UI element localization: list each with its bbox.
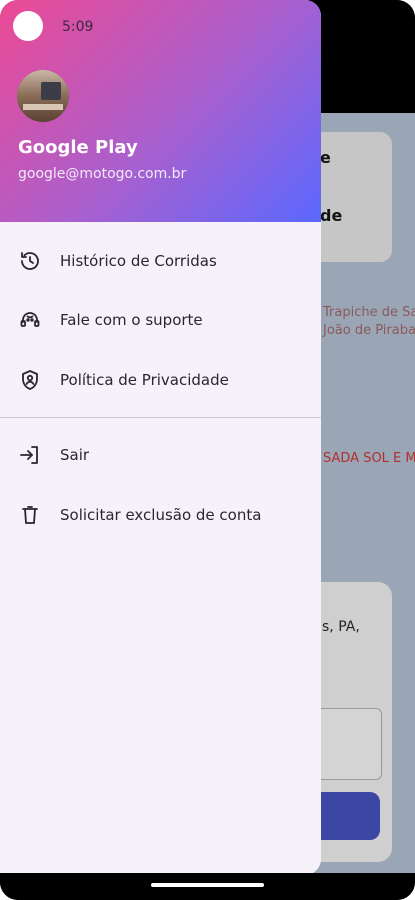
- map-place-label: João de Piraba: [323, 323, 415, 338]
- menu-divider: [0, 417, 321, 418]
- navigation-drawer: 5:09 Google Play google@motogo.com.br Hi…: [0, 0, 321, 875]
- avatar-photo-detail: [41, 82, 61, 100]
- address-text: s, PA,: [322, 619, 360, 635]
- menu-item-privacy-policy[interactable]: Política de Privacidade: [0, 356, 321, 404]
- support-agent-icon: [18, 308, 42, 332]
- map-place-label: SADA SOL E M: [323, 451, 415, 466]
- menu-item-label: Política de Privacidade: [60, 371, 229, 389]
- avatar-photo: [17, 70, 69, 122]
- user-email: google@motogo.com.br: [18, 166, 187, 182]
- history-icon: [18, 249, 42, 273]
- menu-item-label: Solicitar exclusão de conta: [60, 506, 262, 524]
- trip-card-text: de: [320, 206, 343, 225]
- shield-icon: [18, 368, 42, 392]
- trash-icon: [18, 503, 42, 527]
- avatar-photo-detail: [23, 104, 63, 110]
- menu-item-support[interactable]: Fale com o suporte: [0, 296, 321, 344]
- home-indicator[interactable]: [151, 883, 264, 887]
- status-dot: [13, 11, 43, 41]
- phone-frame: Trapiche de Sa João de Piraba SADA SOL E…: [0, 0, 415, 900]
- user-name: Google Play: [18, 137, 138, 158]
- menu-item-history[interactable]: Histórico de Corridas: [0, 237, 321, 285]
- menu-item-delete-account[interactable]: Solicitar exclusão de conta: [0, 491, 321, 539]
- map-place-label: Trapiche de Sa: [323, 305, 415, 320]
- avatar[interactable]: [17, 70, 69, 122]
- menu-item-label: Histórico de Corridas: [60, 252, 217, 270]
- menu-item-label: Fale com o suporte: [60, 311, 203, 329]
- trip-card-text: e: [320, 148, 331, 167]
- menu-item-logout[interactable]: Sair: [0, 431, 321, 479]
- logout-icon: [18, 443, 42, 467]
- status-time: 5:09: [62, 19, 94, 35]
- menu-item-label: Sair: [60, 446, 90, 464]
- drawer-header: 5:09 Google Play google@motogo.com.br: [0, 0, 321, 222]
